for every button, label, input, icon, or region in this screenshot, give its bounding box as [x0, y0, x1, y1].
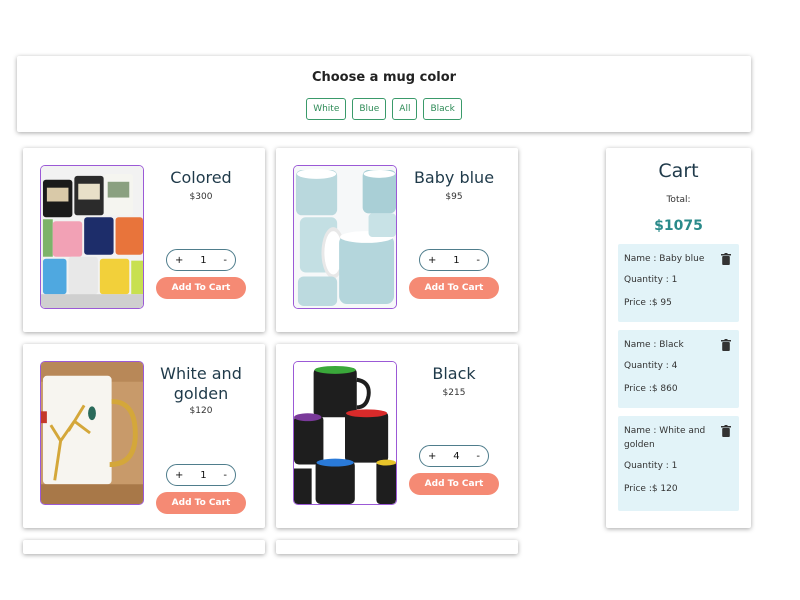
baby-blue-mugs-image [293, 165, 397, 309]
filter-all-button[interactable]: All [392, 98, 418, 120]
quantity-stepper: + 1 - [419, 249, 489, 271]
increment-button[interactable]: + [428, 255, 436, 266]
quantity-value: 4 [453, 450, 460, 462]
quantity-stepper: + 1 - [166, 464, 236, 486]
increment-button[interactable]: + [175, 470, 183, 481]
decrement-button[interactable]: - [476, 255, 480, 266]
product-name: Colored [170, 168, 232, 187]
black-mugs-image [293, 361, 397, 505]
product-price: $215 [442, 388, 466, 398]
filter-blue-button[interactable]: Blue [352, 98, 387, 120]
cart-item-quantity: Quantity : 4 [624, 361, 678, 371]
increment-button[interactable]: + [428, 451, 436, 462]
colored-mugs-image [40, 165, 144, 309]
decrement-button[interactable]: - [223, 255, 227, 266]
trash-icon[interactable] [721, 253, 731, 265]
filter-title: Choose a mug color [311, 70, 457, 85]
cart-item: Name : White and golden Quantity : 1 Pri… [618, 416, 739, 511]
add-to-cart-button[interactable]: Add To Cart [409, 473, 499, 495]
cart-item: Name : Baby blue Quantity : 1 Price :$ 9… [618, 244, 739, 322]
product-price: $300 [189, 192, 213, 202]
quantity-value: 1 [453, 254, 460, 266]
product-price: $95 [445, 192, 463, 202]
filter-panel: Choose a mug color White Blue All Black [17, 56, 751, 132]
quantity-stepper: + 1 - [166, 249, 236, 271]
product-price: $120 [189, 406, 213, 416]
cart-title: Cart [658, 160, 699, 182]
cart-panel: Cart Total: $1075 Name : Baby blue Quant… [606, 148, 751, 528]
add-to-cart-button[interactable]: Add To Cart [156, 492, 246, 514]
quantity-value: 1 [200, 254, 207, 266]
product-card-white-golden: White and golden $120 + 1 - Add To Cart [23, 344, 265, 528]
filter-buttons: White Blue All Black [17, 98, 751, 120]
product-card-baby-blue: Baby blue $95 + 1 - Add To Cart [276, 148, 518, 332]
cart-total: $1075 [654, 218, 703, 234]
trash-icon[interactable] [721, 425, 731, 437]
product-card-colored: Colored $300 + 1 - Add To Cart [23, 148, 265, 332]
filter-black-button[interactable]: Black [423, 98, 462, 120]
decrement-button[interactable]: - [476, 451, 480, 462]
cart-item: Name : Black Quantity : 4 Price :$ 860 [618, 330, 739, 408]
product-card-partial [23, 540, 265, 554]
product-name: White and golden [160, 364, 242, 403]
decrement-button[interactable]: - [223, 470, 227, 481]
cart-item-name: Name : White and golden [624, 426, 706, 450]
quantity-stepper: + 4 - [419, 445, 489, 467]
trash-icon[interactable] [721, 339, 731, 351]
cart-total-label: Total: [666, 195, 691, 205]
product-name: Baby blue [413, 168, 495, 187]
quantity-value: 1 [200, 469, 207, 481]
white-golden-mug-image [40, 361, 144, 505]
filter-white-button[interactable]: White [306, 98, 347, 120]
product-card-black: Black $215 + 4 - Add To Cart [276, 344, 518, 528]
add-to-cart-button[interactable]: Add To Cart [156, 277, 246, 299]
cart-item-quantity: Quantity : 1 [624, 275, 678, 285]
cart-item-price: Price :$ 860 [624, 384, 678, 394]
cart-item-quantity: Quantity : 1 [624, 461, 678, 471]
product-card-partial [276, 540, 518, 554]
cart-item-name: Name : Baby blue [624, 254, 705, 264]
add-to-cart-button[interactable]: Add To Cart [409, 277, 499, 299]
cart-item-price: Price :$ 120 [624, 484, 678, 494]
product-name: Black [432, 364, 476, 383]
cart-item-price: Price :$ 95 [624, 298, 672, 308]
increment-button[interactable]: + [175, 255, 183, 266]
cart-item-name: Name : Black [624, 340, 684, 350]
